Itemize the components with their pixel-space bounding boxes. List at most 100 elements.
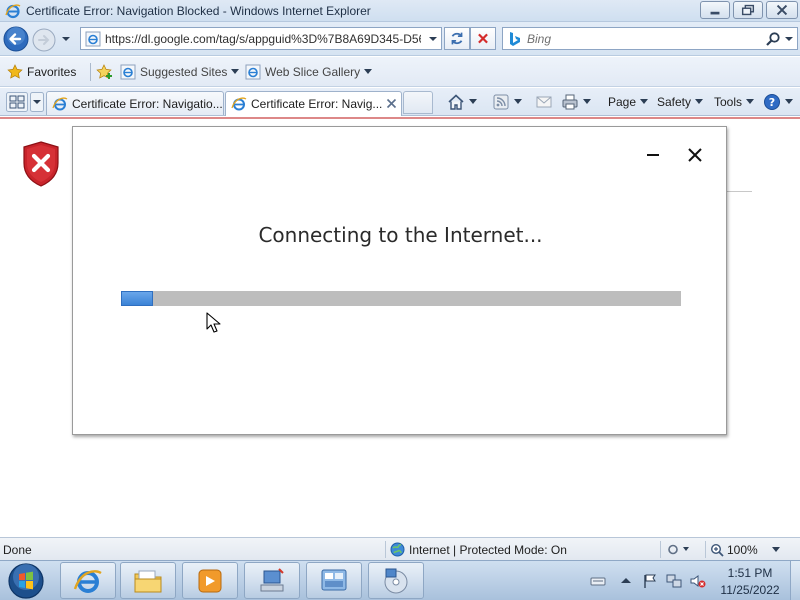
dialog-close-button[interactable] xyxy=(687,147,703,163)
network-computer-icon xyxy=(260,568,284,592)
zoom-label: 100% xyxy=(727,542,758,557)
tab-certificate-error-1[interactable]: Certificate Error: Navigatio... xyxy=(46,91,224,115)
taskbar-network-app[interactable] xyxy=(244,562,300,599)
tools-menu[interactable]: Tools xyxy=(714,92,755,112)
feeds-button[interactable] xyxy=(492,92,522,112)
taskbar-setup-disc[interactable] xyxy=(368,562,424,599)
add-to-favorites-bar-button[interactable] xyxy=(96,63,116,81)
favorites-label: Favorites xyxy=(27,65,77,79)
gear-lock-icon xyxy=(668,544,689,555)
back-button[interactable] xyxy=(3,26,29,52)
back-icon xyxy=(3,26,29,52)
close-tab-icon[interactable] xyxy=(386,98,397,109)
chevron-down-icon xyxy=(771,546,780,552)
taskbar-windows-explorer[interactable] xyxy=(120,562,176,599)
ie-icon xyxy=(73,570,102,593)
tray-show-hidden-icon[interactable] xyxy=(618,573,634,589)
control-panel-icon xyxy=(321,569,347,591)
title-bar: Certificate Error: Navigation Blocked - … xyxy=(0,0,800,22)
forward-button[interactable] xyxy=(32,28,56,52)
svg-text:?: ? xyxy=(769,96,775,109)
security-zone-label: Internet | Protected Mode: On xyxy=(409,542,567,557)
feeds-icon xyxy=(493,94,509,110)
taskbar-internet-explorer[interactable] xyxy=(60,562,116,599)
url-text[interactable]: https://dl.google.com/tag/s/appguid%3D%7… xyxy=(105,32,421,46)
favorites-button[interactable]: Favorites xyxy=(7,63,76,81)
ie-icon xyxy=(231,97,247,111)
taskbar-control-panel[interactable] xyxy=(306,562,362,599)
chevron-down-icon xyxy=(364,69,373,74)
mouse-cursor-icon xyxy=(206,312,221,333)
folder-icon xyxy=(134,570,162,593)
dialog-minimize-button[interactable] xyxy=(645,147,661,163)
read-mail-button[interactable] xyxy=(535,92,553,112)
forward-icon xyxy=(32,28,56,52)
taskbar: 1:51 PM 11/25/2022 xyxy=(0,560,800,600)
stop-button[interactable] xyxy=(470,27,496,50)
address-bar[interactable]: https://dl.google.com/tag/s/appguid%3D%7… xyxy=(80,27,442,50)
globe-icon xyxy=(390,542,405,557)
ie-icon xyxy=(52,97,68,110)
action-center-flag-icon[interactable] xyxy=(642,573,658,589)
refresh-button[interactable] xyxy=(444,27,470,50)
zoom-level[interactable]: 100% xyxy=(705,541,783,558)
add-favorites-icon xyxy=(96,64,112,79)
tab-certificate-error-2[interactable]: Certificate Error: Navig... xyxy=(225,91,402,116)
tab-label: Certificate Error: Navig... xyxy=(251,97,383,111)
clock-time[interactable]: 1:51 PM xyxy=(712,566,788,580)
restore-button[interactable] xyxy=(733,1,763,19)
favorites-star-icon xyxy=(7,64,23,79)
search-options-dropdown-icon[interactable] xyxy=(784,34,794,44)
quick-tabs-icon[interactable] xyxy=(6,92,28,112)
popup-blocker-status[interactable] xyxy=(660,541,700,558)
search-placeholder[interactable]: Bing xyxy=(527,32,551,46)
close-window-button[interactable] xyxy=(766,1,798,19)
ie-page-icon xyxy=(245,64,261,80)
security-zone[interactable]: Internet | Protected Mode: On xyxy=(385,541,567,558)
minimize-button[interactable] xyxy=(700,1,730,19)
zoom-icon xyxy=(710,543,724,557)
bing-icon xyxy=(510,32,520,46)
navigation-bar: https://dl.google.com/tag/s/appguid%3D%7… xyxy=(0,22,800,56)
tab-label: Certificate Error: Navigatio... xyxy=(72,96,223,111)
help-icon: ? xyxy=(764,94,780,110)
taskbar-media-player[interactable] xyxy=(182,562,238,599)
network-status-icon[interactable] xyxy=(666,573,682,589)
tab-list-dropdown-icon[interactable] xyxy=(30,92,44,112)
connecting-dialog: Connecting to the Internet... xyxy=(72,126,727,435)
tray-keyboard-icon[interactable] xyxy=(590,573,606,589)
chevron-down-icon xyxy=(231,69,240,74)
chevron-down-icon xyxy=(695,99,704,104)
favorites-bar: Favorites Suggested Sites Web Slice Gall… xyxy=(0,57,800,87)
tab-bar: Certificate Error: Navigatio... Certific… xyxy=(0,88,800,116)
suggested-sites-label: Suggested Sites xyxy=(140,65,228,79)
address-dropdown-icon[interactable] xyxy=(427,34,439,44)
volume-muted-icon[interactable] xyxy=(690,573,706,589)
ie-page-icon xyxy=(120,64,136,80)
page-menu[interactable]: Page xyxy=(608,92,649,112)
search-box[interactable]: Bing xyxy=(502,27,798,50)
ie-page-icon xyxy=(85,31,101,47)
chevron-down-icon xyxy=(62,37,70,41)
close-icon xyxy=(688,148,702,162)
safety-menu-label: Safety xyxy=(657,95,692,109)
chevron-down-icon xyxy=(746,99,755,104)
show-desktop-button[interactable] xyxy=(790,561,800,600)
ie-icon xyxy=(5,4,21,19)
suggested-sites-link[interactable]: Suggested Sites xyxy=(120,63,243,81)
start-orb-icon[interactable] xyxy=(4,562,48,600)
search-icon[interactable] xyxy=(765,31,781,47)
print-icon xyxy=(562,94,578,110)
help-button[interactable]: ? xyxy=(763,92,793,112)
media-player-icon xyxy=(198,569,222,593)
stop-icon xyxy=(478,33,488,44)
clock-date[interactable]: 11/25/2022 xyxy=(712,583,788,597)
web-slice-gallery-link[interactable]: Web Slice Gallery xyxy=(245,63,376,81)
minimize-icon xyxy=(647,154,659,156)
recent-pages-dropdown[interactable] xyxy=(60,33,72,45)
home-button[interactable] xyxy=(447,92,477,112)
safety-menu[interactable]: Safety xyxy=(657,92,704,112)
new-tab-button[interactable] xyxy=(403,91,433,114)
chevron-down-icon xyxy=(469,99,477,104)
print-button[interactable] xyxy=(561,92,591,112)
